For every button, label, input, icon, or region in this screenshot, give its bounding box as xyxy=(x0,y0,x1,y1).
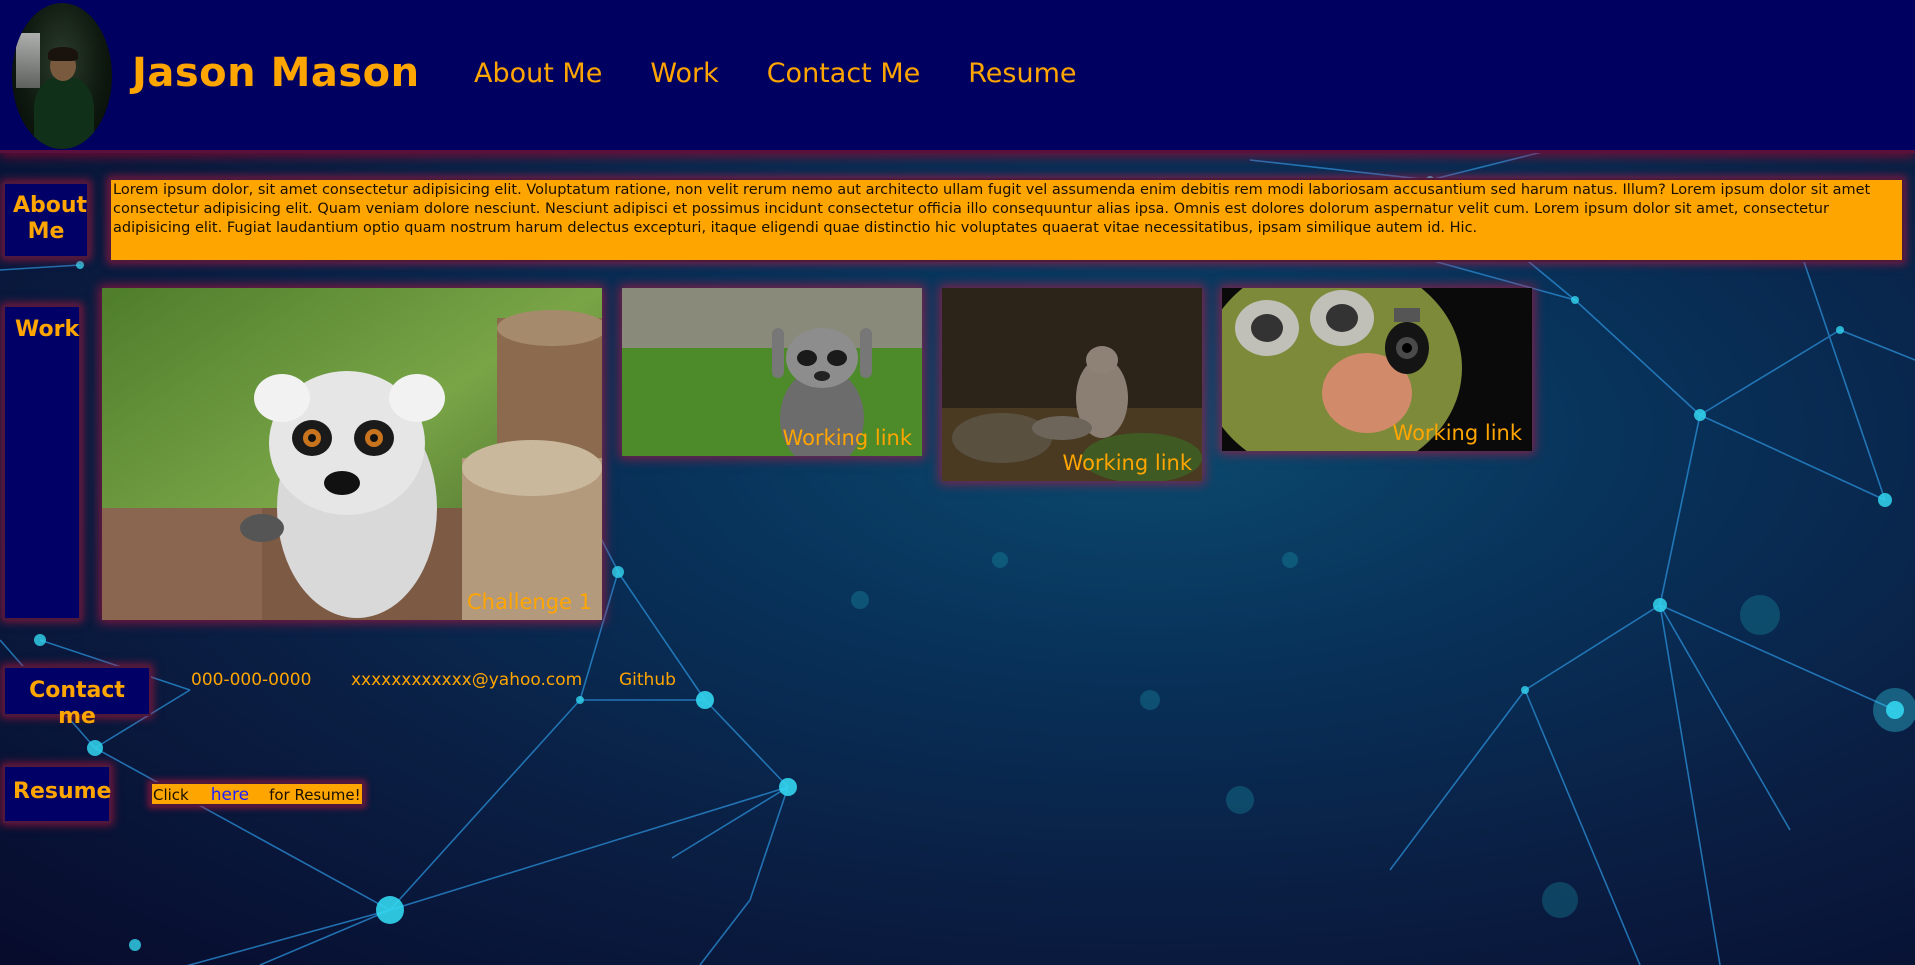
lemur-photo xyxy=(102,288,602,620)
work-card-caption: Working link xyxy=(782,426,912,450)
resume-section-label: Resume xyxy=(3,765,111,823)
work-card-raccoon[interactable]: Working link xyxy=(622,288,922,456)
work-card-challenge-1[interactable]: Challenge 1 xyxy=(102,288,602,620)
work-card-squirrel[interactable]: Working link xyxy=(942,288,1202,481)
resume-suffix: for Resume! xyxy=(269,785,361,804)
nav-resume[interactable]: Resume xyxy=(968,58,1076,89)
contact-email[interactable]: xxxxxxxxxxxx@yahoo.com xyxy=(351,670,582,690)
about-text: Lorem ipsum dolor, sit amet consectetur … xyxy=(109,178,1904,262)
resume-link[interactable]: here xyxy=(211,785,249,805)
resume-box: Click here for Resume! xyxy=(150,782,364,806)
contact-section-label: Contact me xyxy=(3,666,151,729)
work-card-caption: Working link xyxy=(1062,451,1192,475)
nav-about-me[interactable]: About Me xyxy=(474,58,602,89)
avatar xyxy=(12,3,112,149)
work-card-caption: Working link xyxy=(1392,421,1522,445)
about-section-label: About Me xyxy=(3,182,89,258)
main-nav: About Me Work Contact Me Resume xyxy=(474,58,1077,89)
nav-work[interactable]: Work xyxy=(650,58,718,89)
avatar-window-light xyxy=(16,33,40,88)
site-header: Jason Mason About Me Work Contact Me Res… xyxy=(0,0,1915,153)
resume-prefix: Click xyxy=(153,785,189,804)
contact-phone[interactable]: 000-000-0000 xyxy=(191,670,311,690)
work-card-bird-gun[interactable]: Working link xyxy=(1222,288,1532,451)
site-title: Jason Mason xyxy=(132,50,420,96)
work-card-caption: Challenge 1 xyxy=(466,590,592,614)
contact-github-link[interactable]: Github xyxy=(619,670,676,690)
avatar-body xyxy=(34,77,94,149)
nav-contact-me[interactable]: Contact Me xyxy=(767,58,921,89)
work-section-label: Work xyxy=(3,305,81,620)
avatar-hair xyxy=(48,47,78,61)
